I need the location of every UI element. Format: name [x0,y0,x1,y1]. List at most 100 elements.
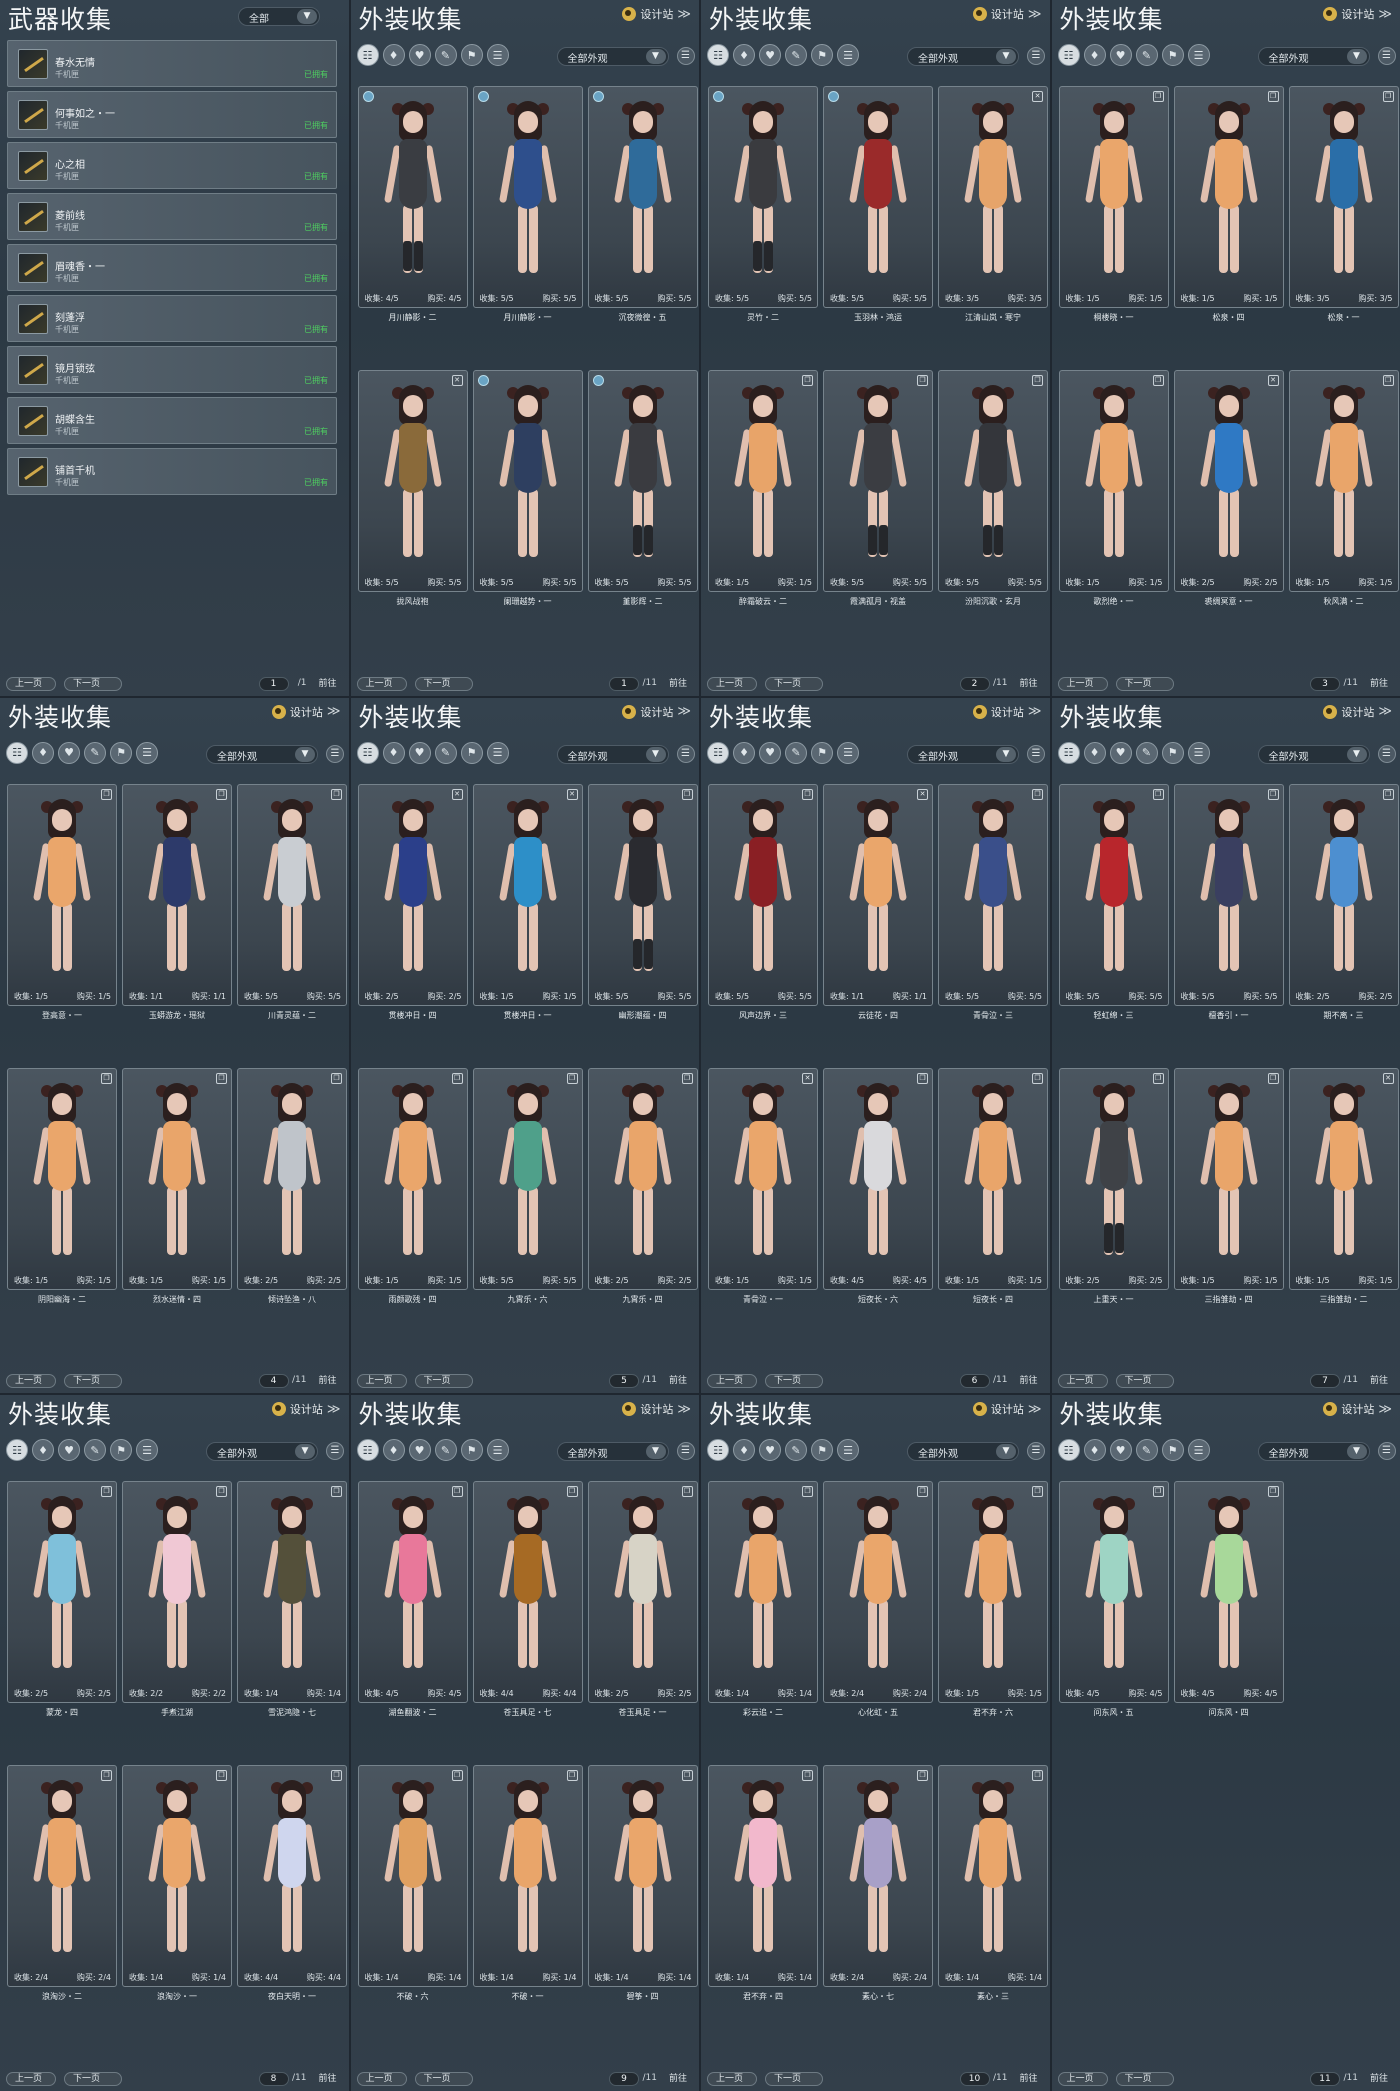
copy-icon[interactable]: ❐ [1032,375,1043,386]
category-filter-icon[interactable]: ♦ [382,1439,405,1462]
page-number-input[interactable]: 3 [1310,676,1340,691]
outfit-card[interactable]: ❐ 收集: 5/5 购买: 5/5 [472,1067,583,1290]
dye-icon[interactable] [713,91,724,102]
go-page-button[interactable]: 前往 [313,1374,343,1388]
outfit-card[interactable]: ❐ 收集: 1/5 购买: 1/5 [1173,86,1284,308]
dye-icon[interactable] [362,91,374,102]
outfit-card[interactable]: ❐ 收集: 4/4 购买: 4/4 [237,1765,347,1988]
copy-icon[interactable]: ❐ [1152,91,1164,102]
weapon-list-item[interactable]: 眉魂香・一 千机匣 已拥有 [7,244,337,291]
prev-page-button[interactable]: 上一页 [1057,2072,1108,2086]
outfit-card[interactable]: ❐ 收集: 3/5 购买: 3/5 [1288,86,1399,308]
outfit-filter-select[interactable]: 全部外观 ▼ [907,1442,1019,1462]
category-filter-icon[interactable]: ♦ [1083,741,1106,764]
outfit-filter-select[interactable]: 全部外观 ▼ [1257,1442,1370,1462]
outfit-filter-select[interactable]: 全部外观 ▼ [907,47,1019,66]
copy-icon[interactable]: ❐ [566,1486,578,1498]
category-filter-icon[interactable]: ♦ [382,741,405,764]
copy-icon[interactable]: ❐ [917,1770,928,1782]
category-filter-icon[interactable]: ✎ [434,741,457,764]
category-filter-icon[interactable]: ♥ [1109,741,1132,764]
dye-icon[interactable] [592,375,604,386]
copy-icon[interactable]: ❐ [1032,1770,1043,1782]
category-filter-icon[interactable]: ♥ [759,44,781,66]
outfit-card[interactable]: ✕ 收集: 1/5 购买: 1/5 [1288,1067,1399,1290]
category-filter-icon[interactable]: ♦ [1083,44,1106,66]
outfit-card[interactable]: ❐ 收集: 4/4 购买: 4/4 [472,1481,583,1704]
design-station-link[interactable]: 设计站 ≫ [622,704,691,720]
copy-icon[interactable]: ❐ [101,788,112,800]
design-station-link[interactable]: 设计站 ≫ [1323,704,1392,720]
dye-icon[interactable] [828,91,839,102]
outfit-card[interactable]: ❐ 收集: 5/5 购买: 5/5 [1058,783,1169,1006]
list-view-button[interactable]: ☰ [1377,1442,1396,1461]
category-filter-icon[interactable]: ⚑ [460,44,483,66]
category-filter-icon[interactable]: ♥ [58,741,80,764]
list-view-button[interactable]: ☰ [326,744,344,763]
prev-page-button[interactable]: 上一页 [356,1374,407,1389]
copy-icon[interactable]: ❐ [216,1770,227,1782]
category-filter-icon[interactable]: ☰ [1187,1439,1210,1462]
outfit-card[interactable]: ❐ 收集: 2/5 购买: 2/5 [587,1481,698,1704]
category-filter-icon[interactable]: ☰ [1187,44,1210,66]
page-number-input[interactable]: 7 [1310,1374,1340,1389]
weapon-list-item[interactable]: 心之相 千机匣 已拥有 [7,142,337,189]
copy-icon[interactable]: ❐ [331,788,342,800]
outfit-card[interactable]: ✕ 收集: 2/5 购买: 2/5 [357,783,468,1006]
copy-icon[interactable]: ❐ [802,788,813,800]
category-filter-icon[interactable]: ♦ [733,44,755,66]
page-number-input[interactable]: 1 [609,676,639,691]
category-filter-icon[interactable]: ☷ [707,44,729,66]
dye-icon[interactable] [477,91,489,102]
copy-icon[interactable]: ❐ [681,1072,693,1084]
category-filter-icon[interactable]: ♥ [408,741,431,764]
outfit-filter-select[interactable]: 全部外观 ▼ [907,744,1019,764]
category-filter-icon[interactable]: ☰ [486,1439,509,1462]
outfit-card[interactable]: ❐ 收集: 1/5 购买: 1/5 [122,1067,232,1290]
category-filter-icon[interactable]: ☰ [837,44,859,66]
outfit-card[interactable]: 收集: 5/5 购买: 5/5 [472,86,583,308]
category-filter-icon[interactable]: ⚑ [811,1439,833,1462]
outfit-card[interactable]: ❐ 收集: 2/5 购买: 2/5 [1058,1067,1169,1290]
outfit-card[interactable]: ❐ 收集: 5/5 购买: 5/5 [938,783,1048,1006]
category-filter-icon[interactable]: ☰ [1187,741,1210,764]
design-station-link[interactable]: 设计站 ≫ [622,6,691,22]
trash-icon[interactable]: ✕ [451,375,463,386]
trash-icon[interactable]: ✕ [917,788,928,800]
prev-page-button[interactable]: 上一页 [6,1374,56,1389]
page-number-input[interactable]: 10 [959,2072,990,2086]
category-filter-icon[interactable]: ♥ [58,1439,80,1462]
outfit-filter-select[interactable]: 全部外观 ▼ [556,47,669,66]
category-filter-icon[interactable]: ☷ [6,1439,28,1462]
weapon-list-item[interactable]: 菱前线 千机匣 已拥有 [7,193,337,240]
design-station-link[interactable]: 设计站 ≫ [972,704,1042,720]
outfit-card[interactable]: ❐ 收集: 4/5 购买: 4/5 [823,1067,933,1290]
category-filter-icon[interactable]: ⚑ [110,741,132,764]
go-page-button[interactable]: 前往 [663,677,693,691]
copy-icon[interactable]: ❐ [802,1486,813,1498]
category-filter-icon[interactable]: ♦ [1083,1439,1106,1462]
category-filter-icon[interactable]: ✎ [1135,44,1158,66]
outfit-filter-select[interactable]: 全部外观 ▼ [1257,744,1370,764]
copy-icon[interactable]: ❐ [101,1072,112,1084]
category-filter-icon[interactable]: ♦ [733,741,755,764]
weapon-list-item[interactable]: 镜月锁弦 千机匣 已拥有 [7,346,337,393]
outfit-card[interactable]: ❐ 收集: 1/5 购买: 1/5 [708,370,818,592]
next-page-button[interactable]: 下一页 [64,2072,122,2086]
page-number-input[interactable]: 2 [959,676,990,691]
copy-icon[interactable]: ❐ [451,1072,463,1084]
category-filter-icon[interactable]: ✎ [785,1439,807,1462]
copy-icon[interactable]: ❐ [451,1486,463,1498]
outfit-card[interactable]: ❐ 收集: 1/5 购买: 1/5 [1288,370,1399,592]
outfit-card[interactable]: ❐ 收集: 1/4 购买: 1/4 [237,1481,347,1704]
category-filter-icon[interactable]: ✎ [434,44,457,66]
category-filter-icon[interactable]: ☷ [356,44,379,66]
list-view-button[interactable]: ☰ [1027,1442,1045,1461]
page-number-input[interactable]: 9 [609,2072,639,2086]
page-number-input[interactable]: 5 [609,1374,639,1389]
outfit-card[interactable]: ❐ 收集: 1/4 购买: 1/4 [472,1765,583,1988]
trash-icon[interactable]: ✕ [1267,375,1279,386]
page-number-input[interactable]: 8 [258,2072,289,2086]
category-filter-icon[interactable]: ☰ [486,741,509,764]
copy-icon[interactable]: ❐ [1032,788,1043,800]
